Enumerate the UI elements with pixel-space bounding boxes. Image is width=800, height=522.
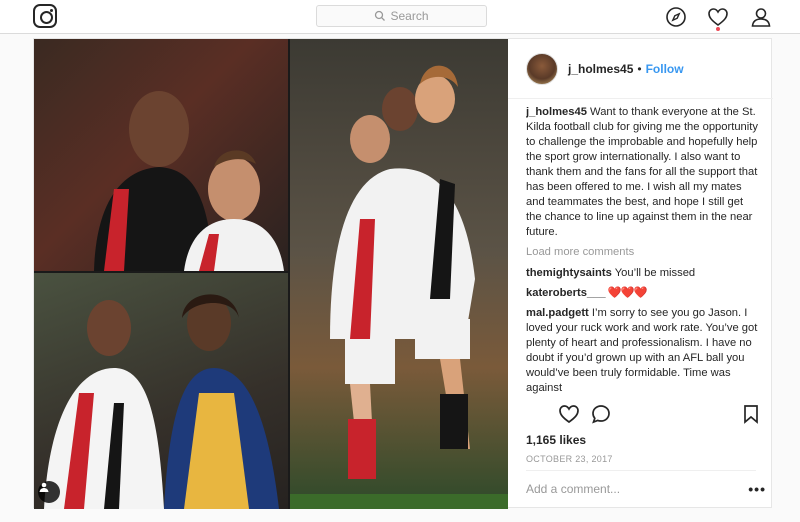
team-celebration-illustration — [290, 65, 508, 509]
photo-panel-top-left — [34, 39, 288, 271]
comment-item: themightysaints You’ll be missed — [526, 266, 758, 281]
notification-dot — [716, 27, 720, 31]
comment-item: mal.padgett I’m sorry to see you go Jaso… — [526, 306, 758, 395]
post-photo[interactable] — [34, 39, 508, 509]
add-comment-bar: Add a comment... ••• — [526, 470, 765, 497]
bookmark-icon[interactable] — [740, 403, 762, 425]
compass-icon[interactable] — [665, 6, 687, 28]
post-author-username[interactable]: j_holmes45 — [568, 62, 633, 76]
players-portrait-illustration — [94, 91, 284, 271]
search-input[interactable]: Search — [316, 5, 487, 27]
user-icon[interactable] — [750, 6, 772, 28]
ruck-contest-illustration — [44, 294, 279, 509]
instagram-logo-icon[interactable] — [33, 4, 57, 28]
likes-count[interactable]: 1,165 likes — [526, 433, 586, 447]
photo-panel-right — [290, 39, 508, 509]
search-placeholder: Search — [390, 9, 429, 23]
avatar[interactable] — [526, 52, 558, 85]
photo-panel-bottom-left — [34, 273, 288, 509]
load-more-comments-button[interactable]: Load more comments — [526, 245, 758, 260]
header-separator: • — [637, 61, 642, 76]
comment-item: kateroberts___ ❤️❤️❤️ — [526, 286, 758, 301]
comment-text: ❤️❤️❤️ — [605, 287, 648, 299]
heart-icon[interactable] — [707, 6, 729, 28]
like-heart-icon[interactable] — [558, 403, 580, 425]
post-card: j_holmes45 • Follow j_holmes45 Want to t… — [33, 38, 773, 509]
comment-text: You’ll be missed — [611, 267, 696, 279]
comment-text: I’m sorry to see you go Jason. I loved y… — [526, 307, 758, 394]
follow-button[interactable]: Follow — [646, 62, 684, 76]
caption-username[interactable]: j_holmes45 — [526, 106, 587, 118]
post-date: OCTOBER 23, 2017 — [526, 454, 613, 464]
top-navigation-bar: Search — [0, 0, 800, 34]
caption-text: Want to thank everyone at the St. Kilda … — [526, 106, 758, 238]
comment-username[interactable]: kateroberts___ — [526, 287, 606, 299]
search-icon — [375, 10, 386, 21]
post-header: j_holmes45 • Follow — [508, 39, 773, 99]
comments-list: j_holmes45 Want to thank everyone at the… — [526, 105, 758, 395]
add-comment-input[interactable]: Add a comment... — [526, 482, 620, 496]
comment-username[interactable]: themightysaints — [526, 267, 612, 279]
caption: j_holmes45 Want to thank everyone at the… — [526, 105, 758, 240]
comment-bubble-icon[interactable] — [590, 403, 612, 425]
tagged-users-icon[interactable] — [38, 481, 60, 503]
more-options-button[interactable]: ••• — [748, 481, 766, 497]
post-actions: 1,165 likes OCTOBER 23, 2017 Add a comme… — [508, 394, 773, 509]
comment-username[interactable]: mal.padgett — [526, 307, 589, 319]
post-sidebar: j_holmes45 • Follow j_holmes45 Want to t… — [508, 39, 773, 509]
